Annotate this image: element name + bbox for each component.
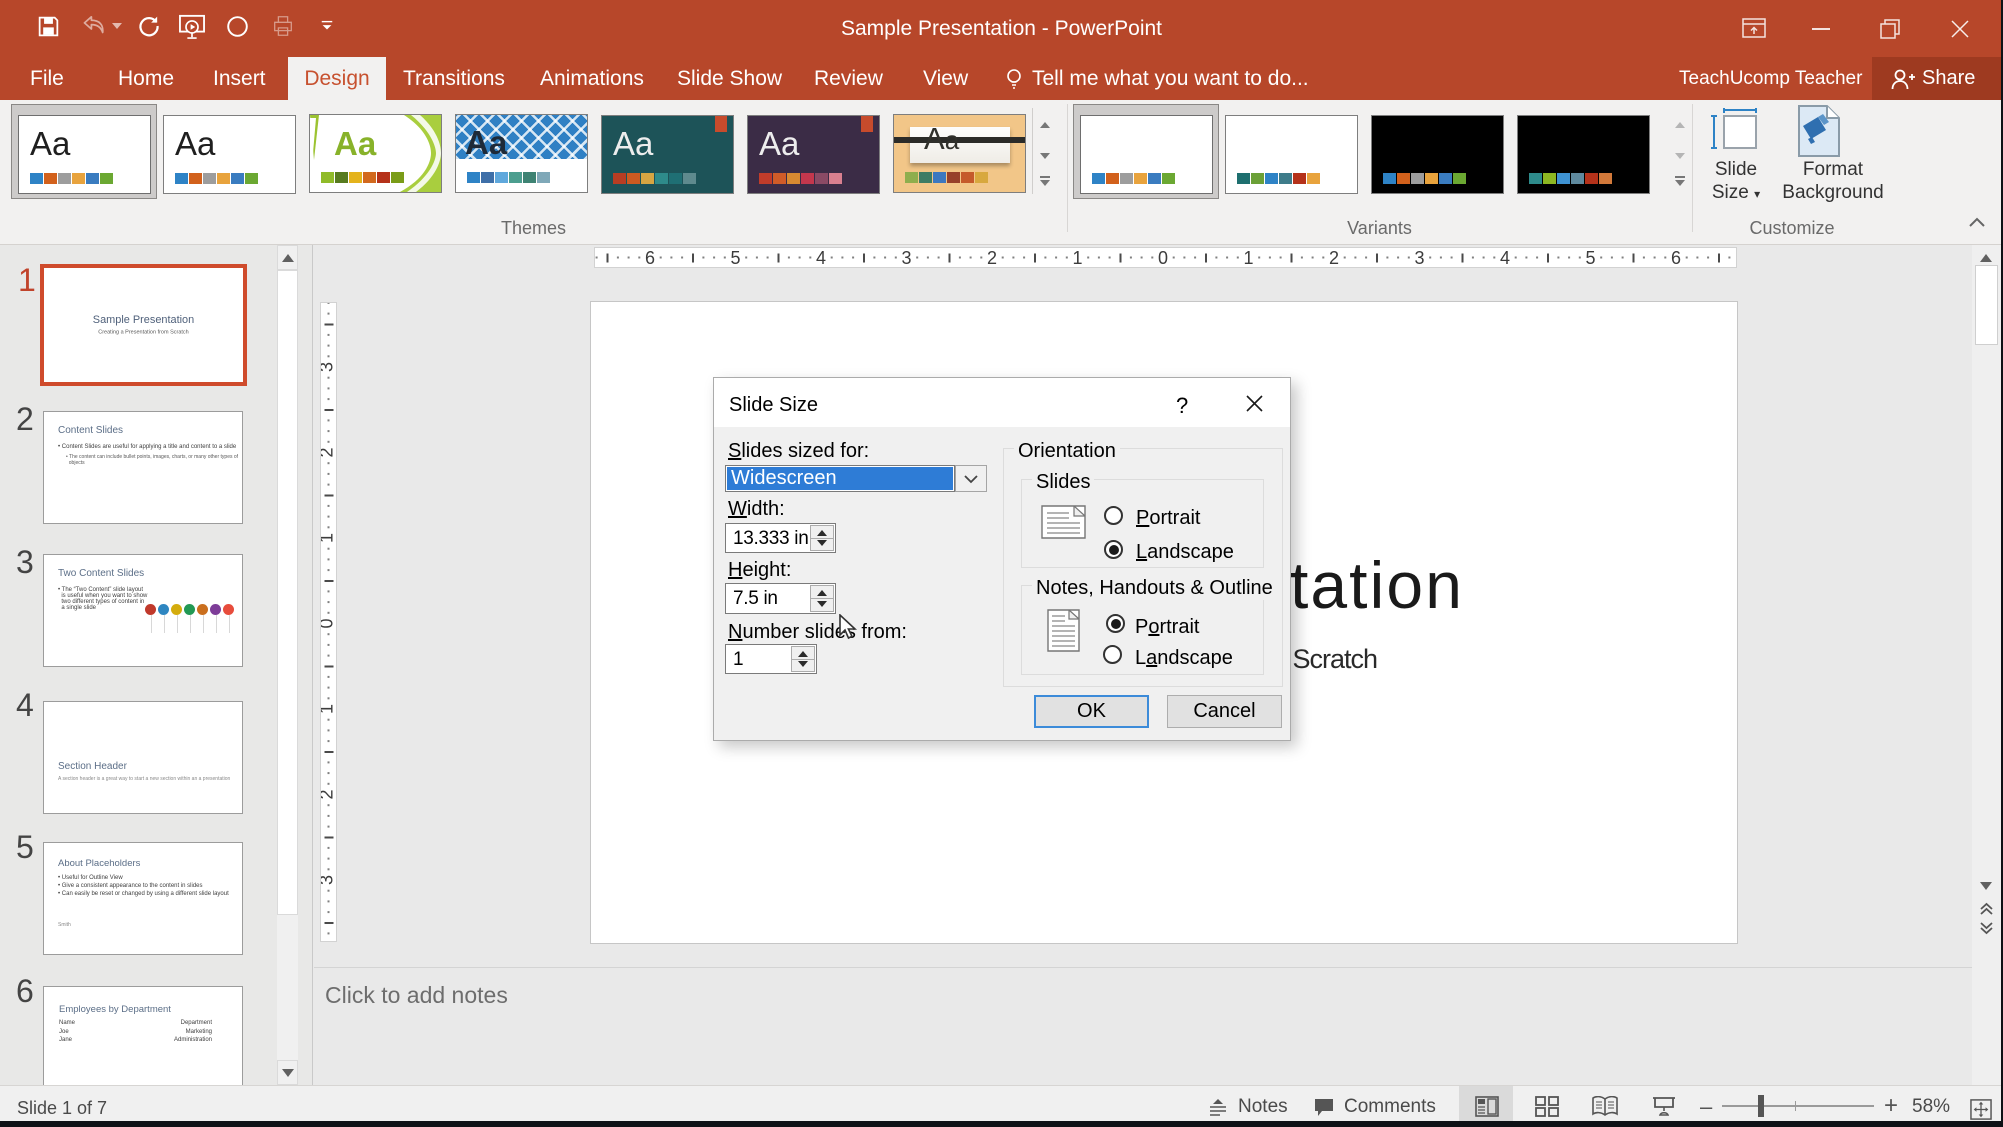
svg-text:3: 3 — [1414, 248, 1424, 267]
svg-text:1: 1 — [321, 533, 336, 543]
svg-text:4: 4 — [1500, 248, 1510, 267]
svg-text:1: 1 — [1243, 248, 1253, 267]
svg-text:3: 3 — [321, 875, 336, 885]
svg-text:3: 3 — [321, 362, 336, 372]
svg-text:5: 5 — [730, 248, 740, 267]
svg-text:2: 2 — [321, 447, 336, 457]
svg-text:2: 2 — [321, 789, 336, 799]
svg-text:4: 4 — [816, 248, 826, 267]
svg-text:2: 2 — [1329, 248, 1339, 267]
svg-text:2: 2 — [987, 248, 997, 267]
svg-text:3: 3 — [901, 248, 911, 267]
svg-text:5: 5 — [1585, 248, 1595, 267]
svg-text:1: 1 — [321, 704, 336, 714]
svg-text:1: 1 — [1072, 248, 1082, 267]
svg-text:6: 6 — [645, 248, 655, 267]
svg-text:0: 0 — [321, 618, 336, 628]
svg-text:0: 0 — [1158, 248, 1168, 267]
svg-text:6: 6 — [1671, 248, 1681, 267]
